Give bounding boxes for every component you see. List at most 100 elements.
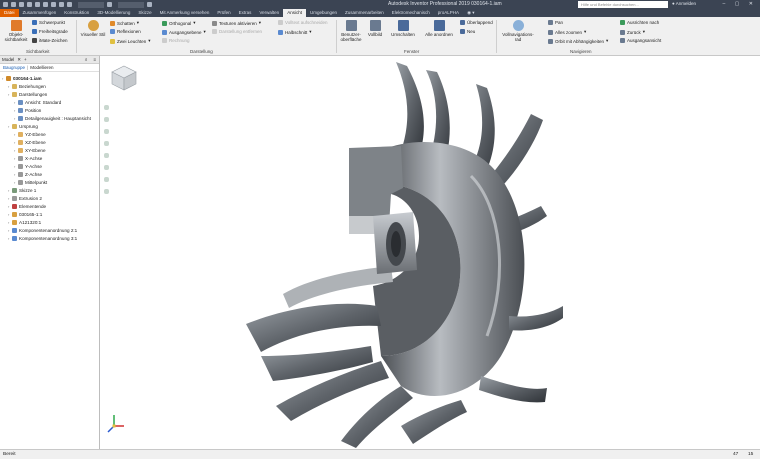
browser-header: Model ✕ + ⌕ ≡ (0, 56, 99, 64)
browser-node[interactable]: › Y-Achse (0, 162, 99, 170)
zoom-nav-icon[interactable] (104, 129, 109, 134)
home-view-button[interactable]: Ausgangsansicht (620, 38, 661, 43)
tab-zusammenfuegen[interactable]: Zusammenfügen (19, 9, 61, 17)
shadows-button[interactable]: Schatten ▾ (110, 20, 139, 26)
update-icon[interactable] (51, 2, 56, 7)
previous-view-label: Zurück (627, 29, 641, 35)
slice-graphics-label: Volltext aufschneiden (285, 20, 328, 25)
appearance-dropdown[interactable] (118, 1, 144, 8)
save-icon[interactable] (19, 2, 24, 7)
tab-ansicht[interactable]: Ansicht (283, 9, 306, 17)
home-icon[interactable] (43, 2, 48, 7)
navigation-wheel-button[interactable]: Vollnavigations- rad (500, 20, 536, 42)
open-icon[interactable] (11, 2, 16, 7)
help-search-input[interactable]: Hilfe und Befehle durchsuchen... (578, 1, 668, 8)
select-icon[interactable] (59, 2, 64, 7)
ground-plane-dropdown[interactable]: Ausgangsebene ▾ (162, 29, 206, 35)
ribbon-options-icon[interactable]: ◉ ▾ (463, 9, 478, 17)
look-at-button[interactable]: Ausrichten nach (620, 20, 659, 25)
new-window-button[interactable]: Neu (460, 29, 475, 34)
browser-node-label: 030165-1:1 (19, 211, 43, 217)
tab-elektromechanisch[interactable]: Elektromechanisch (388, 9, 434, 17)
steering-wheel-icon[interactable] (104, 105, 109, 110)
tab-modellieren[interactable]: Modellieren (30, 65, 53, 70)
browser-node[interactable]: › Komponentenanordnung 3:1 (0, 234, 99, 242)
tab-datei[interactable]: Datei (0, 9, 19, 17)
remove-appearance-button[interactable]: Darstellung entfernen (212, 29, 262, 34)
textures-button[interactable]: Texturen aktivieren ▾ (212, 20, 261, 26)
switch-window-button[interactable]: Umschalten (389, 20, 417, 37)
browser-node[interactable]: › Ansicht: Standard (0, 98, 99, 106)
graphics-canvas[interactable] (101, 56, 760, 449)
browser-node[interactable]: › Darstellungen (0, 90, 99, 98)
center-of-gravity-button[interactable]: Schwerpunkt (32, 20, 65, 25)
browser-node[interactable]: › 030165-1:1 (0, 210, 99, 218)
tab-zusammenarbeiten[interactable]: Zusammenarbeiten (341, 9, 388, 17)
degrees-of-freedom-button[interactable]: Freiheitsgrade (32, 29, 68, 34)
redo-icon[interactable] (35, 2, 40, 7)
browser-node[interactable]: › Komponentenanordnung 2:1 (0, 226, 99, 234)
tab-mit-anmerkung[interactable]: Mit Anmerkung versehen (156, 9, 214, 17)
browser-node[interactable]: › Ursprung (0, 122, 99, 130)
material-icon[interactable] (67, 2, 72, 7)
tab-extras[interactable]: Extras (235, 9, 256, 17)
browser-node[interactable]: › XZ-Ebene (0, 138, 99, 146)
measure-icon[interactable] (147, 2, 152, 7)
close-icon[interactable]: ✕ (17, 57, 21, 63)
tab-proalpha[interactable]: proALPHA (434, 9, 463, 17)
browser-node[interactable]: › 030164-1.iam (0, 74, 99, 82)
orbit-dropdown[interactable]: Orbit mit Abhängigkeiten ▾ (548, 38, 608, 44)
imate-glyph-button[interactable]: iMate-Zeichen (32, 38, 68, 43)
cascade-button[interactable]: Überlappend (460, 20, 493, 25)
fullscreen-button[interactable]: Vollbild (365, 20, 385, 37)
browser-node[interactable]: › XY-Ebene (0, 146, 99, 154)
browser-node[interactable]: › Skizze 1 (0, 186, 99, 194)
user-interface-button[interactable]: Benutzer- oberfläche (338, 20, 364, 42)
browser-node[interactable]: › Z-Achse (0, 170, 99, 178)
browser-node[interactable]: › X-Achse (0, 154, 99, 162)
appearance-icon[interactable] (107, 2, 112, 7)
previous-view-dropdown[interactable]: Zurück ▾ (620, 29, 645, 35)
tab-3d-modellierung[interactable]: 3D-Modellierung (93, 9, 134, 17)
orbit-nav-icon[interactable] (104, 141, 109, 146)
viewcube-icon[interactable] (110, 64, 138, 92)
browser-node[interactable]: › Detailgenauigkeit : Hauptansicht (0, 114, 99, 122)
object-visibility-button[interactable]: Objekt- sichtbarkeit (4, 20, 28, 42)
browser-node[interactable]: › Elementende (0, 202, 99, 210)
look-at-nav-icon[interactable] (104, 153, 109, 158)
half-section-dropdown[interactable]: Halbschnitt ▾ (278, 29, 312, 35)
pan-nav-icon[interactable] (104, 117, 109, 122)
material-dropdown[interactable] (78, 1, 104, 8)
undo-icon[interactable] (27, 2, 32, 7)
arrange-all-button[interactable]: Alle anordnen (421, 20, 457, 37)
browser-node[interactable]: › A121320:1 (0, 218, 99, 226)
browser-node[interactable]: › YZ-Ebene (0, 130, 99, 138)
tab-konstruktion[interactable]: Konstruktion (60, 9, 93, 17)
new-icon[interactable] (3, 2, 8, 7)
tab-verwalten[interactable]: Verwalten (255, 9, 283, 17)
tab-umgebungen[interactable]: Umgebungen (306, 9, 341, 17)
visual-style-button[interactable]: Visueller Stil (80, 20, 106, 37)
browser-node[interactable]: › Extrusion 2 (0, 194, 99, 202)
browser-node[interactable]: › Position (0, 106, 99, 114)
window-controls[interactable]: – ▢ ✕ (723, 1, 757, 7)
zoom-fit-icon[interactable] (104, 177, 109, 182)
browser-node[interactable]: › Mittelpunkt (0, 178, 99, 186)
reflections-button[interactable]: Reflexionen (110, 29, 141, 34)
menu-icon[interactable]: ≡ (93, 57, 96, 62)
slice-graphics-button[interactable]: Volltext aufschneiden (278, 20, 328, 25)
nav-options-icon[interactable] (104, 189, 109, 194)
pan-button[interactable]: Pan (548, 20, 563, 25)
raytracing-button[interactable]: Rechnung (162, 38, 190, 43)
tab-pruefen[interactable]: Prüfen (213, 9, 234, 17)
sign-in-link[interactable]: ● Anmelden (672, 1, 696, 6)
zoom-all-dropdown[interactable]: Alles zoomen ▾ (548, 29, 586, 35)
add-icon[interactable]: + (24, 57, 27, 62)
search-icon[interactable]: ⌕ (85, 57, 88, 62)
orthographic-dropdown[interactable]: Orthogonal ▾ (162, 20, 196, 26)
tab-baugruppe[interactable]: Baugruppe (3, 65, 25, 70)
tab-skizze[interactable]: Skizze (134, 9, 155, 17)
browser-node[interactable]: › Beziehungen (0, 82, 99, 90)
zoom-window-icon[interactable] (104, 165, 109, 170)
lighting-dropdown[interactable]: Zwei Leuchten ▾ (110, 38, 151, 44)
